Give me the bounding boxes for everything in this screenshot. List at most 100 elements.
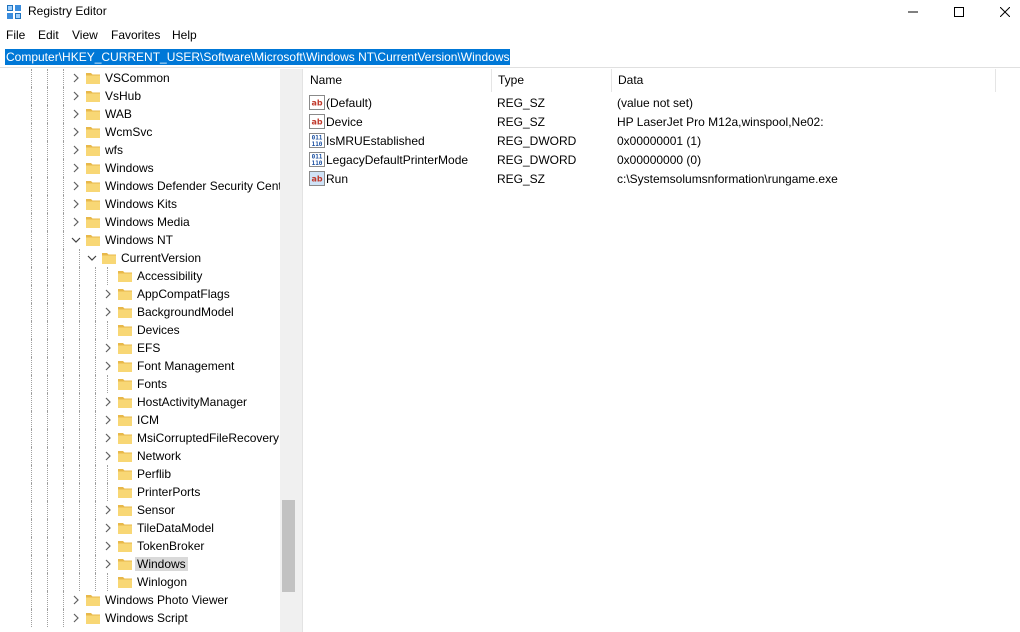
value-row[interactable]: ab Device REG_SZ HP LaserJet Pro M12a,winsp… — [304, 112, 1020, 131]
column-header-type[interactable]: Type — [492, 69, 612, 92]
address-bar[interactable]: Computer\HKEY_CURRENT_USER\Software\Micr… — [0, 46, 1020, 68]
tree-item[interactable]: BackgroundModel — [0, 303, 280, 321]
tree-item-label[interactable]: Network — [135, 449, 183, 463]
tree-item[interactable]: ICM — [0, 411, 280, 429]
tree-item-label[interactable]: Devices — [135, 323, 182, 337]
tree-item[interactable]: EFS — [0, 339, 280, 357]
chevron-right-icon[interactable] — [71, 72, 81, 84]
tree-item-label[interactable]: wfs — [103, 143, 125, 157]
chevron-right-icon[interactable] — [71, 180, 81, 192]
tree-item[interactable]: CurrentVersion — [0, 249, 280, 267]
tree-item[interactable]: wfs — [0, 141, 280, 159]
tree-scrollbar[interactable] — [280, 69, 297, 632]
chevron-right-icon[interactable] — [71, 144, 81, 156]
tree-item-label[interactable]: Windows Script — [103, 611, 190, 625]
menu-view[interactable]: View — [72, 28, 98, 42]
tree-scrollbar-thumb[interactable] — [282, 500, 295, 592]
menu-help[interactable]: Help — [172, 28, 197, 42]
maximize-button[interactable] — [936, 0, 982, 24]
tree-item-label[interactable]: AppCompatFlags — [135, 287, 232, 301]
tree-item[interactable]: Winlogon — [0, 573, 280, 591]
chevron-right-icon[interactable] — [71, 90, 81, 102]
tree-item[interactable]: Sensor — [0, 501, 280, 519]
value-row[interactable]: 011 110 IsMRUEstablished REG_DWORD 0x0000000… — [304, 131, 1020, 150]
value-row[interactable]: 011 110 LegacyDefaultPrinterMode REG_DWORD 0… — [304, 150, 1020, 169]
tree-item-label[interactable]: Windows Kits — [103, 197, 179, 211]
chevron-right-icon[interactable] — [71, 198, 81, 210]
tree-item[interactable]: TileDataModel — [0, 519, 280, 537]
chevron-right-icon[interactable] — [103, 288, 113, 300]
tree-item-label[interactable]: Windows NT — [103, 233, 175, 247]
tree-item[interactable]: VsHub — [0, 87, 280, 105]
tree-item-label[interactable]: BackgroundModel — [135, 305, 236, 319]
tree-item[interactable]: Windows NT — [0, 231, 280, 249]
tree-item[interactable]: Devices — [0, 321, 280, 339]
tree-item-label[interactable]: VsHub — [103, 89, 143, 103]
tree-item[interactable]: Font Management — [0, 357, 280, 375]
tree-item-label[interactable]: TokenBroker — [135, 539, 206, 553]
tree-item-label[interactable]: WAB — [103, 107, 134, 121]
tree-item[interactable]: MsiCorruptedFileRecovery — [0, 429, 280, 447]
tree-item[interactable]: TokenBroker — [0, 537, 280, 555]
tree-item-label[interactable]: Accessibility — [135, 269, 204, 283]
tree-item-label[interactable]: Winlogon — [135, 575, 189, 589]
tree-item[interactable]: Windows Media — [0, 213, 280, 231]
menu-favorites[interactable]: Favorites — [111, 28, 160, 42]
address-path[interactable]: Computer\HKEY_CURRENT_USER\Software\Micr… — [5, 49, 511, 65]
chevron-right-icon[interactable] — [71, 216, 81, 228]
tree-item-label[interactable]: Sensor — [135, 503, 177, 517]
tree-item[interactable]: Windows Kits — [0, 195, 280, 213]
tree-item[interactable]: Fonts — [0, 375, 280, 393]
chevron-right-icon[interactable] — [103, 414, 113, 426]
tree-item[interactable]: PrinterPorts — [0, 483, 280, 501]
tree-item[interactable]: HostActivityManager — [0, 393, 280, 411]
tree-item-label[interactable]: TileDataModel — [135, 521, 216, 535]
tree-item-label[interactable]: PrinterPorts — [135, 485, 202, 499]
minimize-button[interactable] — [890, 0, 936, 24]
tree-item-label[interactable]: MsiCorruptedFileRecovery — [135, 431, 281, 445]
chevron-right-icon[interactable] — [103, 342, 113, 354]
chevron-right-icon[interactable] — [71, 108, 81, 120]
chevron-right-icon[interactable] — [103, 306, 113, 318]
tree-item[interactable]: Windows — [0, 159, 280, 177]
tree-item[interactable]: Windows Defender Security Cent — [0, 177, 282, 195]
tree-item-label[interactable]: Fonts — [135, 377, 169, 391]
pane-splitter[interactable] — [297, 69, 303, 632]
tree-item-label[interactable]: HostActivityManager — [135, 395, 249, 409]
chevron-right-icon[interactable] — [71, 612, 81, 624]
value-row[interactable]: ab (Default) REG_SZ (value not set) — [304, 93, 1020, 112]
tree-item[interactable]: AppCompatFlags — [0, 285, 280, 303]
tree-item[interactable]: VSCommon — [0, 69, 280, 87]
column-header-name[interactable]: Name — [304, 69, 492, 92]
chevron-right-icon[interactable] — [103, 504, 113, 516]
chevron-right-icon[interactable] — [103, 396, 113, 408]
tree-item-label[interactable]: Font Management — [135, 359, 236, 373]
tree-item-label[interactable]: Windows Defender Security Cent — [103, 179, 284, 193]
chevron-right-icon[interactable] — [71, 126, 81, 138]
menu-file[interactable]: File — [6, 28, 25, 42]
tree-item[interactable]: Perflib — [0, 465, 280, 483]
tree-item-label[interactable]: Windows — [135, 557, 188, 571]
column-header-data[interactable]: Data — [612, 69, 996, 92]
tree-item[interactable]: WAB — [0, 105, 280, 123]
tree-item[interactable]: Windows Photo Viewer — [0, 591, 280, 609]
tree-item[interactable]: Windows Script — [0, 609, 280, 627]
tree-item[interactable]: Network — [0, 447, 280, 465]
chevron-right-icon[interactable] — [103, 450, 113, 462]
tree-item[interactable]: WcmSvc — [0, 123, 280, 141]
chevron-right-icon[interactable] — [103, 540, 113, 552]
chevron-right-icon[interactable] — [71, 594, 81, 606]
tree-item[interactable]: Windows — [0, 555, 280, 573]
tree-item-label[interactable]: VSCommon — [103, 71, 172, 85]
chevron-right-icon[interactable] — [103, 360, 113, 372]
key-tree[interactable]: VSCommon VsHub WAB WcmSvc wfs Windows Windows … — [0, 69, 297, 632]
chevron-down-icon[interactable] — [71, 234, 81, 246]
tree-item[interactable]: Accessibility — [0, 267, 280, 285]
tree-item-label[interactable]: Windows — [103, 161, 156, 175]
tree-item-label[interactable]: ICM — [135, 413, 161, 427]
values-list[interactable]: Name Type Data ab (Default) REG_SZ (value n… — [304, 69, 1020, 632]
tree-item-label[interactable]: Windows Media — [103, 215, 192, 229]
tree-item-label[interactable]: CurrentVersion — [119, 251, 203, 265]
tree-item-label[interactable]: WcmSvc — [103, 125, 154, 139]
chevron-right-icon[interactable] — [103, 522, 113, 534]
